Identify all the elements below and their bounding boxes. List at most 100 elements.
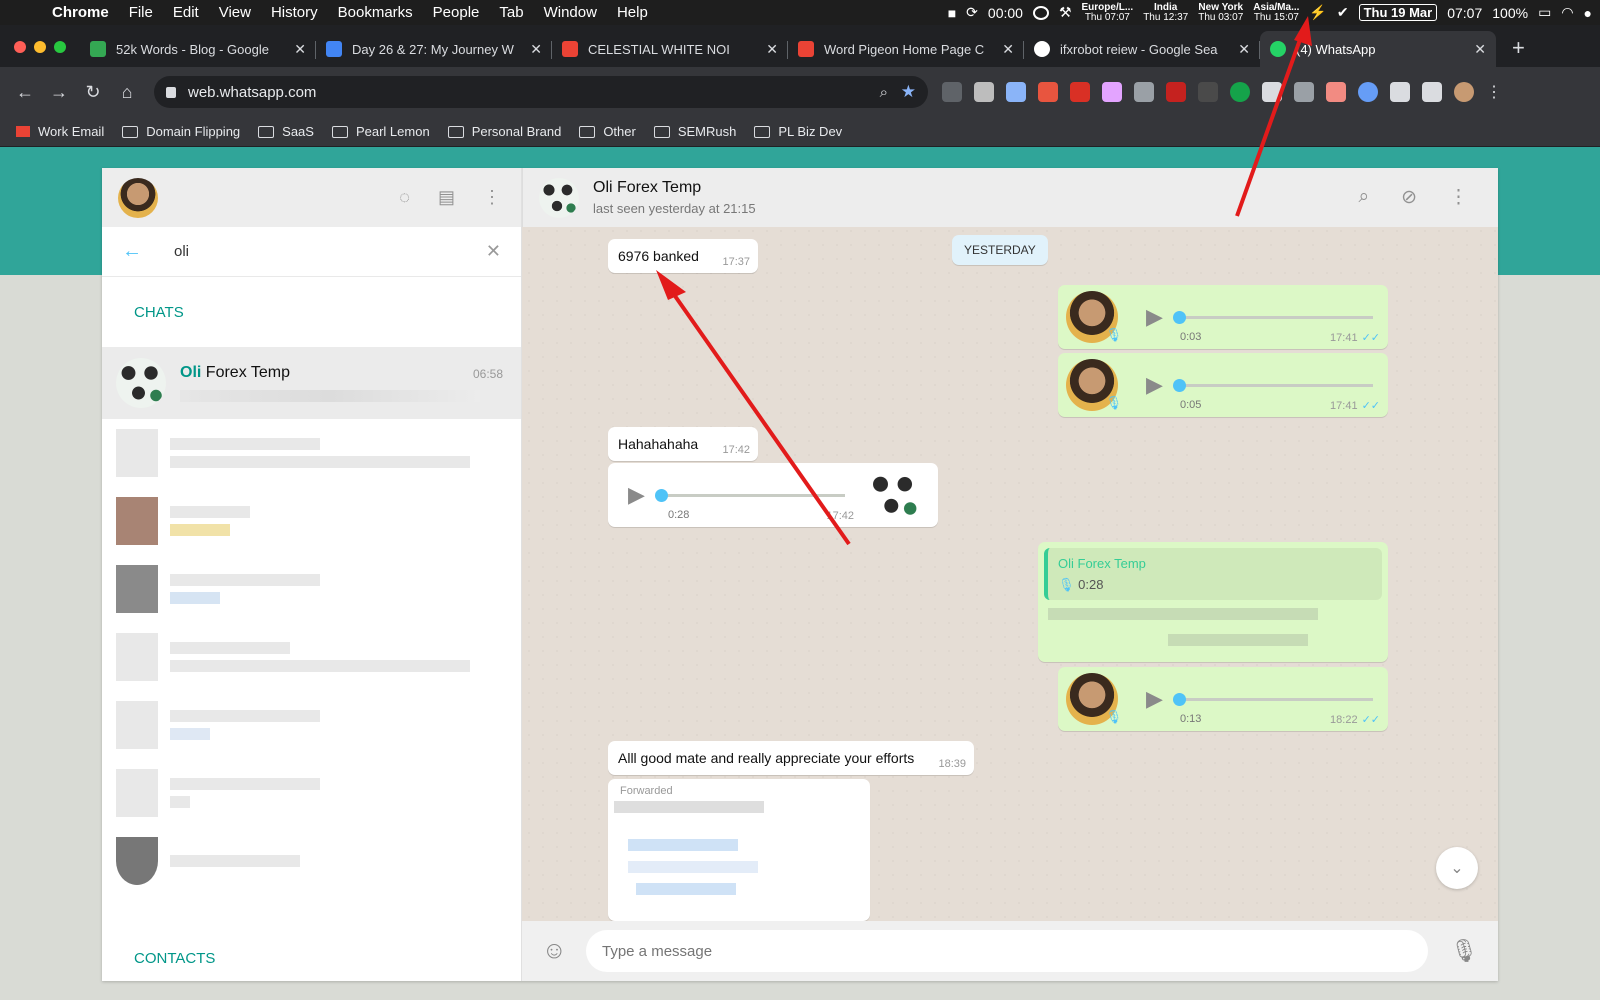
menu-edit[interactable]: Edit (173, 4, 199, 21)
extension-icon[interactable] (1134, 82, 1154, 102)
zoom-window-button[interactable] (54, 41, 66, 53)
play-icon[interactable]: ▶ (628, 482, 645, 508)
close-window-button[interactable] (14, 41, 26, 53)
clear-search-icon[interactable]: ✕ (486, 241, 501, 262)
tab-4[interactable]: Word Pigeon Home Page C ✕ (788, 31, 1024, 67)
mic-icon[interactable]: 🎙 (1450, 938, 1478, 964)
tab-whatsapp[interactable]: (4) WhatsApp ✕ (1260, 31, 1496, 67)
message-incoming[interactable]: 6976 banked 17:37 (608, 239, 758, 273)
bookmark-folder[interactable]: Pearl Lemon (331, 124, 430, 139)
menu-icon[interactable]: ⋮ (483, 187, 501, 208)
camera-icon[interactable]: ■ (948, 5, 956, 21)
message-input[interactable] (586, 930, 1429, 972)
voice-message-outgoing[interactable]: 🎙 ▶ 0:03 17:41 ✓✓ (1058, 285, 1388, 349)
bookmark-folder[interactable]: Personal Brand (447, 124, 561, 139)
close-tab-icon[interactable]: ✕ (1002, 41, 1014, 58)
clock-asia[interactable]: Asia/Ma... Thu 15:07 (1253, 2, 1299, 23)
tab-1[interactable]: 52k Words - Blog - Google ✕ (80, 31, 316, 67)
list-item[interactable] (102, 759, 521, 827)
audio-slider[interactable] (1172, 692, 1373, 706)
profile-avatar[interactable] (1454, 82, 1474, 102)
bookmark-folder[interactable]: PL Biz Dev (754, 124, 842, 139)
bookmark-folder[interactable]: SaaS (258, 124, 314, 139)
bookmark-folder[interactable]: SEMRush (653, 124, 736, 139)
extension-icon[interactable] (1326, 82, 1346, 102)
extension-icon[interactable] (974, 82, 994, 102)
contact-name[interactable]: Oli Forex Temp (593, 179, 756, 197)
extension-icon[interactable] (1390, 82, 1410, 102)
voice-message-incoming[interactable]: ▶ 0:28 17:42 (608, 463, 938, 527)
back-arrow-icon[interactable]: ← (122, 240, 174, 263)
sync-icon[interactable] (1032, 5, 1049, 20)
bolt-icon[interactable]: ⚡ (1309, 4, 1326, 21)
my-avatar[interactable] (118, 177, 158, 218)
chat-result-oli-forex[interactable]: Oli Forex Temp 06:58 (102, 347, 521, 419)
list-item[interactable] (102, 691, 521, 759)
extension-icon[interactable] (1358, 82, 1378, 102)
contact-avatar[interactable] (539, 177, 579, 218)
forwarded-message[interactable]: Forwarded (608, 779, 870, 921)
chrome-menu-icon[interactable]: ⋮ (1486, 82, 1502, 102)
extension-icon[interactable] (1294, 82, 1314, 102)
reply-message-outgoing[interactable]: Oli Forex Temp 🎙 0:28 (1038, 542, 1388, 662)
voice-message-outgoing[interactable]: 🎙 ▶ 0:13 18:22 ✓✓ (1058, 667, 1388, 731)
grammarly-icon[interactable] (1230, 82, 1250, 102)
audio-slider[interactable] (654, 488, 845, 502)
list-item[interactable] (102, 827, 521, 895)
extension-icon[interactable] (1166, 82, 1186, 102)
extension-icon[interactable] (942, 82, 962, 102)
menu-tab[interactable]: Tab (499, 4, 523, 21)
bookmark-folder[interactable]: Other (579, 124, 636, 139)
play-icon[interactable]: ▶ (1146, 304, 1163, 330)
minimize-window-button[interactable] (34, 41, 46, 53)
menu-help[interactable]: Help (617, 4, 648, 21)
back-arrow-icon[interactable]: ← (8, 82, 42, 103)
message-incoming[interactable]: Alll good mate and really appreciate you… (608, 741, 974, 775)
menubar-time[interactable]: 07:07 (1447, 5, 1482, 21)
forward-arrow-icon[interactable]: → (42, 82, 76, 103)
conversation-header[interactable]: Oli Forex Temp last seen yesterday at 21… (522, 168, 1498, 227)
clock-newyork[interactable]: New York Thu 03:07 (1198, 2, 1243, 23)
list-item[interactable] (102, 487, 521, 555)
clock-europe[interactable]: Europe/L... Thu 07:07 (1082, 2, 1134, 23)
scroll-down-button[interactable]: ⌄ (1436, 847, 1478, 889)
bookmark-star-icon[interactable]: ★ (901, 82, 916, 102)
list-item[interactable] (102, 623, 521, 691)
attach-icon[interactable]: ⊘ (1401, 186, 1417, 209)
menu-view[interactable]: View (219, 4, 251, 21)
bookmark-folder[interactable]: Domain Flipping (122, 124, 240, 139)
reading-list-icon[interactable] (1422, 82, 1442, 102)
menubar-date[interactable]: Thu 19 Mar (1358, 4, 1438, 21)
lock-icon[interactable] (166, 86, 176, 98)
new-chat-icon[interactable]: ▤ (438, 187, 455, 208)
new-tab-button[interactable]: + (1496, 35, 1541, 67)
play-icon[interactable]: ▶ (1146, 686, 1163, 712)
close-tab-icon[interactable]: ✕ (1238, 41, 1250, 58)
quoted-message[interactable]: Oli Forex Temp 🎙 0:28 (1044, 548, 1382, 600)
timer-text[interactable]: 00:00 (988, 5, 1023, 21)
bookmark-work-email[interactable]: Work Email (16, 124, 104, 139)
audio-slider[interactable] (1172, 310, 1373, 324)
search-icon[interactable]: ⌕ (1358, 186, 1369, 209)
tab-5[interactable]: ifxrobot reiew - Google Sea ✕ (1024, 31, 1260, 67)
close-tab-icon[interactable]: ✕ (530, 41, 542, 58)
wifi-icon[interactable]: ◠ (1561, 4, 1573, 21)
battery-icon[interactable]: ▭ (1538, 4, 1551, 21)
timer-icon[interactable]: ⟳ (966, 4, 978, 21)
tab-3[interactable]: CELESTIAL WHITE NOI ✕ (552, 31, 788, 67)
extension-icon[interactable] (1198, 82, 1218, 102)
voice-message-outgoing[interactable]: 🎙 ▶ 0:05 17:41 ✓✓ (1058, 353, 1388, 417)
menu-icon[interactable]: ⋮ (1449, 186, 1468, 209)
tab-2[interactable]: Day 26 & 27: My Journey W ✕ (316, 31, 552, 67)
close-tab-icon[interactable]: ✕ (1474, 41, 1486, 58)
play-icon[interactable]: ▶ (1146, 372, 1163, 398)
wrench-icon[interactable]: ⚒ (1059, 4, 1072, 21)
list-item[interactable] (102, 555, 521, 623)
battery-percent[interactable]: 100% (1492, 5, 1528, 21)
user-icon[interactable]: ● (1584, 5, 1592, 21)
extension-icon[interactable] (1006, 82, 1026, 102)
menu-file[interactable]: File (129, 4, 153, 21)
extension-icon[interactable] (1102, 82, 1122, 102)
list-item[interactable] (102, 419, 521, 487)
extension-icon[interactable] (1070, 82, 1090, 102)
